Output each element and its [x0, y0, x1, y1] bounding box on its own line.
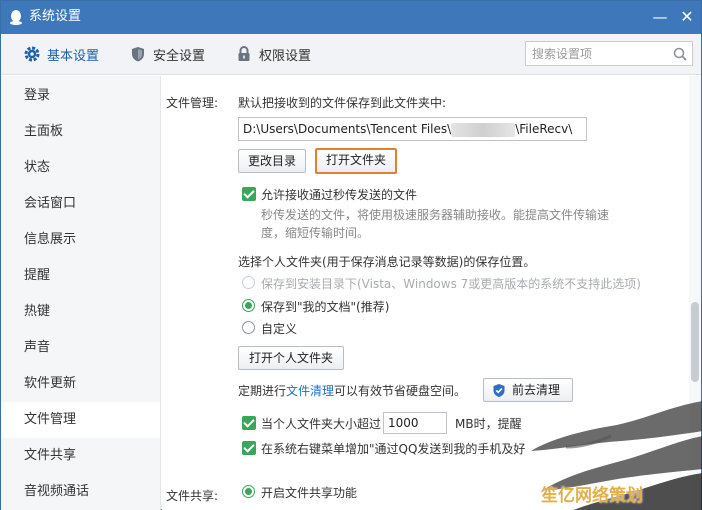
- settings-sidebar: 登录 主面板 状态 会话窗口 信息展示 提醒 热键 声音 软件更新 文件管理 文…: [1, 76, 161, 510]
- sidebar-item-av-call[interactable]: 音视频通话: [1, 474, 160, 510]
- path-prefix: D:\Users\Documents\Tencent Files\: [243, 122, 452, 136]
- radio-install-dir-label: 保存到安装目录下(Vista、Windows 7或更高版本的系统不支持此选项): [261, 277, 641, 291]
- go-clean-label: 前去清理: [512, 383, 561, 397]
- radio-custom-label: 自定义: [261, 322, 298, 336]
- lock-icon: [238, 46, 250, 61]
- context-menu-label: 在系统右键菜单增加"通过QQ发送到我的手机及好: [261, 442, 526, 456]
- sidebar-item-software-update[interactable]: 软件更新: [1, 366, 160, 402]
- content-scrollbar[interactable]: [689, 76, 701, 510]
- enable-file-share-label: 开启文件共享功能: [261, 486, 358, 500]
- window-title: 系统设置: [29, 9, 82, 24]
- sidebar-item-login[interactable]: 登录: [1, 78, 160, 114]
- scrollbar-thumb[interactable]: [691, 302, 699, 382]
- shield-check-icon: [493, 384, 505, 397]
- radio-enable-file-share[interactable]: [242, 485, 255, 498]
- file-cleanup-text: 定期进行文件清理可以有效节省硬盘空间。: [238, 382, 466, 399]
- settings-search[interactable]: [525, 41, 693, 66]
- open-personal-folder-button[interactable]: 打开个人文件夹: [238, 346, 344, 370]
- allow-flash-transfer-checkbox[interactable]: [242, 187, 256, 201]
- file-share-section-label: 文件共享:: [166, 489, 219, 503]
- sidebar-item-file-management[interactable]: 文件管理: [1, 402, 160, 438]
- allow-flash-transfer-label: 允许接收通过秒传发送的文件: [261, 188, 418, 202]
- go-clean-button[interactable]: 前去清理: [483, 378, 573, 402]
- receive-folder-path[interactable]: D:\Users\Documents\Tencent Files\ \FileRe…: [238, 117, 587, 141]
- settings-toolbar: 基本设置 安全设置 权限设置: [1, 34, 701, 75]
- tab-security-settings[interactable]: 安全设置: [129, 34, 205, 74]
- title-bar: 系统设置 — ✕: [1, 1, 701, 34]
- sidebar-item-chat-window[interactable]: 会话窗口: [1, 186, 160, 222]
- personal-folder-label: 选择个人文件夹(用于保存消息记录等数据)的保存位置。: [238, 255, 536, 269]
- file-management-section-label: 文件管理:: [166, 96, 219, 110]
- search-input[interactable]: [532, 45, 662, 63]
- radio-custom[interactable]: [242, 321, 255, 334]
- gear-icon: [24, 46, 40, 62]
- settings-window: 系统设置 — ✕ 基本设置 安全设置 权限设置 搜索设置项 登录 主面板 状态 …: [0, 0, 702, 510]
- save-location-label: 默认把接收到的文件保存到此文件夹中:: [238, 96, 447, 110]
- file-cleanup-link[interactable]: 文件清理: [286, 384, 334, 398]
- size-limit-prefix: 当个人文件夹大小超过: [261, 417, 382, 431]
- sidebar-item-sound[interactable]: 声音: [1, 330, 160, 366]
- tab-label: 基本设置: [47, 48, 100, 64]
- sidebar-item-info-display[interactable]: 信息展示: [1, 222, 160, 258]
- radio-my-documents[interactable]: [242, 299, 255, 312]
- tab-basic-settings[interactable]: 基本设置: [23, 34, 99, 74]
- minimize-button[interactable]: —: [649, 7, 671, 27]
- qq-penguin-icon: [10, 10, 22, 25]
- close-button[interactable]: ✕: [676, 7, 698, 27]
- sidebar-item-hotkeys[interactable]: 热键: [1, 294, 160, 330]
- size-limit-checkbox[interactable]: [242, 416, 256, 430]
- change-directory-button[interactable]: 更改目录: [238, 149, 306, 173]
- radio-install-dir: [242, 276, 255, 289]
- file-cleanup-suffix: 可以有效节省硬盘空间。: [334, 384, 467, 398]
- search-icon[interactable]: [672, 46, 688, 62]
- watermark-text: 笙亿网络策划: [541, 486, 643, 506]
- sidebar-item-file-sharing[interactable]: 文件共享: [1, 438, 160, 474]
- redacted-account: [451, 122, 516, 137]
- flash-transfer-desc: 秒传发送的文件，将使用极速服务器辅助接收。能提高文件传输速: [261, 208, 610, 222]
- context-menu-checkbox[interactable]: [242, 441, 256, 455]
- size-limit-input[interactable]: 1000: [383, 412, 447, 434]
- tab-label: 权限设置: [259, 48, 312, 64]
- path-suffix: \FileRecv\: [515, 122, 573, 136]
- radio-my-documents-label: 保存到"我的文档"(推荐): [261, 300, 390, 314]
- tab-permission-settings[interactable]: 权限设置: [235, 34, 311, 74]
- size-limit-suffix: MB时，提醒: [455, 417, 522, 431]
- file-management-panel: 文件管理: 默认把接收到的文件保存到此文件夹中: D:\Users\Docume…: [162, 76, 701, 510]
- sidebar-item-status[interactable]: 状态: [1, 150, 160, 186]
- open-folder-button[interactable]: 打开文件夹: [315, 148, 397, 174]
- sidebar-item-main-panel[interactable]: 主面板: [1, 114, 160, 150]
- flash-transfer-desc-cont: 度，缩短传输时间。: [261, 226, 370, 240]
- tab-label: 安全设置: [153, 48, 206, 64]
- shield-icon: [132, 47, 144, 62]
- sidebar-item-reminders[interactable]: 提醒: [1, 258, 160, 294]
- file-cleanup-prefix: 定期进行: [238, 384, 287, 398]
